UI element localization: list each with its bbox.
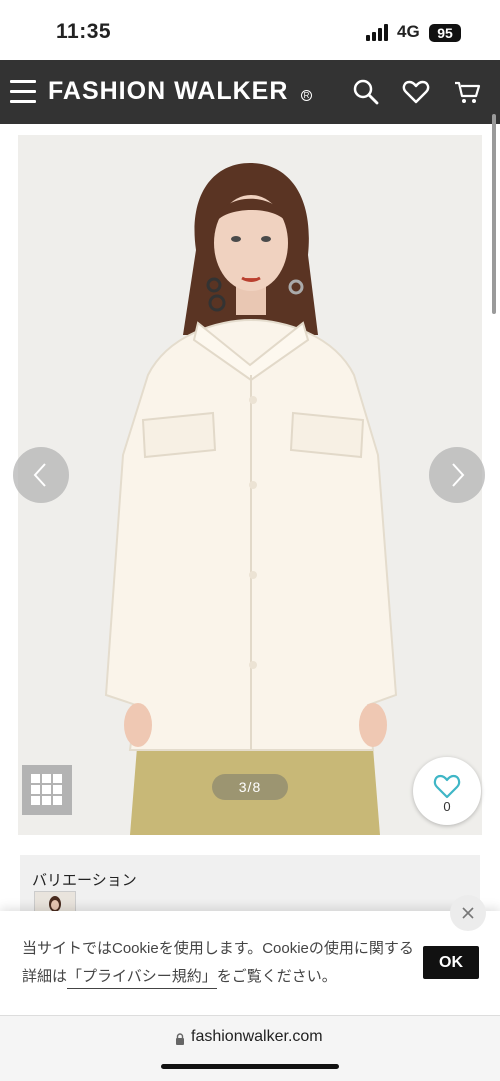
privacy-policy-link[interactable]: 「プライバシー規約」 (67, 968, 217, 989)
next-image-button[interactable] (429, 447, 485, 503)
heart-icon[interactable] (402, 78, 430, 106)
browser-address-bar[interactable] (0, 1015, 500, 1081)
cart-icon[interactable] (453, 78, 481, 106)
product-image[interactable] (18, 135, 482, 835)
favorite-button[interactable]: 0 (413, 757, 481, 825)
heart-outline-icon (433, 774, 461, 799)
cookie-text-end: をご覧ください。 (216, 968, 337, 985)
lock-icon (175, 1032, 185, 1045)
status-bar: 11:35 4G 95 (0, 0, 500, 60)
variation-label: バリエーション (32, 872, 137, 889)
search-icon[interactable] (352, 78, 380, 106)
favorite-count: 0 (443, 799, 451, 814)
signal-icon (366, 24, 390, 41)
previous-image-button[interactable] (13, 447, 69, 503)
url-text[interactable]: fashionwalker.com (191, 1028, 323, 1046)
home-indicator[interactable] (161, 1064, 339, 1069)
site-logo[interactable]: FASHION WALKER (48, 77, 288, 106)
registered-mark: R (301, 90, 312, 101)
close-icon[interactable] (450, 895, 486, 931)
page-scrollbar[interactable] (492, 114, 496, 314)
grid-view-icon[interactable] (22, 765, 72, 815)
menu-icon[interactable] (10, 80, 36, 104)
image-counter: 3/8 (212, 774, 288, 800)
cookie-ok-button[interactable]: OK (423, 946, 479, 979)
status-time: 11:35 (56, 20, 112, 43)
battery-indicator: 95 (429, 24, 461, 42)
cookie-message: 当サイトではCookieを使用します。Cookieの使用に関する詳細は「プライバ… (22, 935, 414, 991)
network-label: 4G (397, 22, 420, 41)
